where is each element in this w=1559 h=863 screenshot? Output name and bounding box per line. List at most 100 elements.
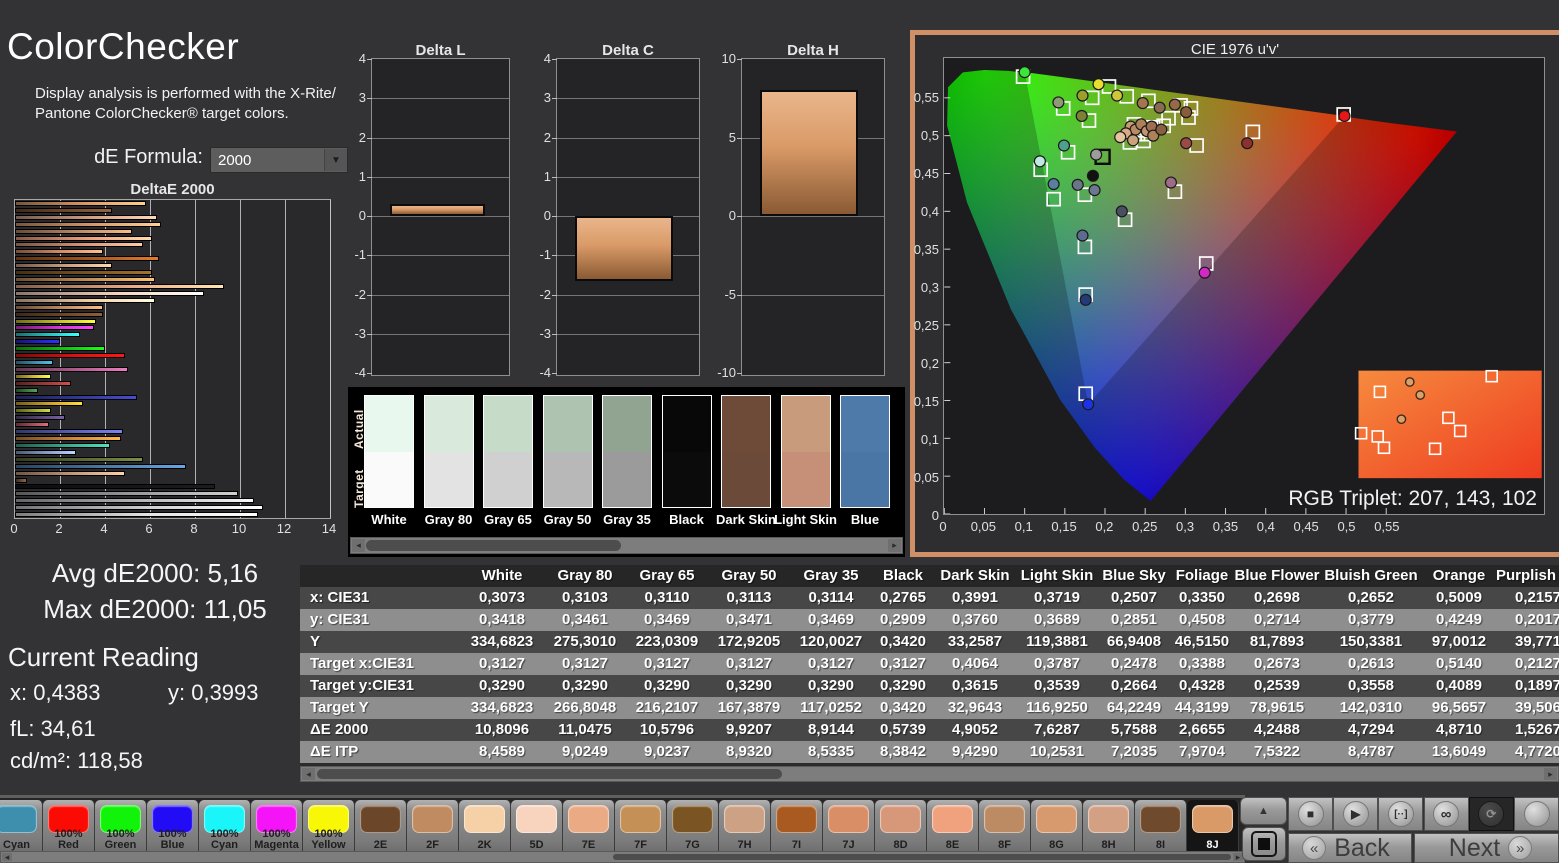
- patch-tab-100-blue[interactable]: 100% Blue: [147, 800, 199, 854]
- gridline: [557, 176, 699, 178]
- patch-tab-7e[interactable]: 7E: [563, 800, 615, 854]
- step-button[interactable]: [··]: [1378, 797, 1424, 831]
- gridline: [557, 98, 699, 100]
- deltae-bar: [15, 256, 159, 262]
- patch-tab-8d[interactable]: 8D: [875, 800, 927, 854]
- patch-tab-7g[interactable]: 7G: [667, 800, 719, 854]
- table-cell: 0,3290: [872, 675, 934, 697]
- patch-tab-2k[interactable]: 2K: [459, 800, 511, 854]
- indicator-button[interactable]: [1514, 797, 1559, 831]
- measured-point: [1092, 78, 1105, 91]
- table-cell: 96,5657: [1422, 697, 1496, 719]
- scrollbar-thumb[interactable]: [613, 854, 1231, 860]
- patch-tab-2f[interactable]: 2F: [407, 800, 459, 854]
- patch-tab-8h[interactable]: 8H: [1083, 800, 1135, 854]
- tick-label: 0,55: [1374, 519, 1400, 534]
- patch-tab-8i[interactable]: 8I: [1135, 800, 1187, 854]
- table-cell: 0,3461: [544, 609, 626, 631]
- patch-tab-8g[interactable]: 8G: [1031, 800, 1083, 854]
- stop-button[interactable]: ■: [1288, 797, 1333, 831]
- column-header: Gray 35: [790, 565, 872, 587]
- patch-tab-7i[interactable]: 7I: [771, 800, 823, 854]
- tabs-scrollbar[interactable]: ◂ ▸: [0, 851, 1245, 863]
- row-label: ΔE ITP: [300, 741, 460, 763]
- scroll-left-icon[interactable]: ◂: [2, 852, 12, 862]
- column-header: Gray 50: [708, 565, 790, 587]
- swatch-patch-white[interactable]: [364, 395, 414, 508]
- de-formula-dropdown[interactable]: 2000 ▼: [210, 147, 348, 173]
- patch-tab-2e[interactable]: 2E: [355, 800, 407, 854]
- table-cell: 0,3779: [1320, 609, 1422, 631]
- play-icon: ▶: [1342, 801, 1369, 827]
- swatch-patch-gray-80[interactable]: [423, 395, 474, 508]
- patch-tab-7j[interactable]: 7J: [823, 800, 875, 854]
- patch-tab-100-yellow[interactable]: 100% Yellow: [303, 800, 355, 854]
- loop-button[interactable]: ∞: [1423, 797, 1469, 831]
- swatch-patch-gray-35[interactable]: [602, 395, 652, 508]
- next-button[interactable]: Next »: [1414, 833, 1559, 863]
- scrollbar-thumb[interactable]: [317, 769, 782, 779]
- swatch-patch-gray-50[interactable]: [542, 395, 593, 508]
- tick-mark: [367, 333, 372, 335]
- patch-color-swatch: [360, 805, 401, 833]
- patch-tab-5d[interactable]: 5D: [511, 800, 563, 854]
- patch-tab-8f[interactable]: 8F: [979, 800, 1031, 854]
- scroll-up-button[interactable]: ▲: [1240, 797, 1287, 825]
- measured-point: [1082, 398, 1095, 411]
- back-button[interactable]: « Back: [1288, 833, 1412, 863]
- table-cell: 0,3469: [790, 609, 872, 631]
- swatch-scrollbar[interactable]: ◂ ▸: [350, 537, 903, 554]
- tick-label: 0,5: [1337, 519, 1356, 534]
- table-cell: 0,3760: [934, 609, 1016, 631]
- deltae-bar: [15, 304, 103, 310]
- tick-label: 8: [190, 521, 198, 536]
- patch-tab-label: 100% Red: [54, 827, 83, 852]
- tick-label: 0,1: [1014, 519, 1033, 534]
- stop-session-button[interactable]: [1242, 827, 1286, 861]
- patch-tab-7h[interactable]: 7H: [719, 800, 771, 854]
- patch-tab-8e[interactable]: 8E: [927, 800, 979, 854]
- scrollbar-thumb[interactable]: [366, 540, 621, 551]
- swatch-patch-gray-65[interactable]: [483, 395, 533, 508]
- patch-tab-7f[interactable]: 7F: [615, 800, 667, 854]
- tick-label: -3: [354, 325, 366, 341]
- table-cell: 5,7588: [1098, 719, 1170, 741]
- swatch-patch-dark-skin[interactable]: [721, 395, 771, 508]
- patch-tab-100-cyan[interactable]: 100% Cyan: [199, 800, 251, 854]
- gridline: [742, 216, 884, 217]
- patch-tab-100-magenta[interactable]: 100% Magenta: [251, 800, 303, 854]
- scroll-left-icon[interactable]: ◂: [302, 768, 315, 780]
- table-cell: 10,8096: [460, 719, 544, 741]
- deltae-bar: [15, 235, 153, 241]
- arrow-up-icon: ▲: [1258, 805, 1269, 817]
- play-button[interactable]: ▶: [1333, 797, 1379, 831]
- refresh-button[interactable]: ⟳: [1468, 797, 1514, 831]
- swatch-patch-light-skin[interactable]: [780, 395, 831, 508]
- swatch-patch-blue[interactable]: [840, 395, 890, 508]
- stop-icon: ■: [1297, 801, 1324, 827]
- tick-label: 0: [728, 208, 736, 223]
- scroll-right-icon[interactable]: ▸: [1544, 768, 1557, 780]
- patch-color-swatch: [0, 805, 37, 833]
- table-cell: 0,3073: [460, 587, 544, 609]
- swatch-patch-black[interactable]: [661, 395, 712, 508]
- deltae-bar: [15, 228, 132, 234]
- measured-point: [1153, 101, 1166, 114]
- table-scrollbar[interactable]: ◂ ▸: [300, 766, 1559, 782]
- gridline: [742, 294, 884, 296]
- patch-tab-8j[interactable]: 8J: [1187, 800, 1239, 854]
- patch-tab-100-red[interactable]: 100% Red: [43, 800, 95, 854]
- patch-tab-100-green[interactable]: 100% Green: [95, 800, 147, 854]
- scroll-right-icon[interactable]: ▸: [888, 539, 901, 552]
- scroll-left-icon[interactable]: ◂: [352, 539, 365, 552]
- actual-swatch: [543, 396, 592, 452]
- measured-point: [1018, 66, 1031, 79]
- table-cell: 0,3127: [708, 653, 790, 675]
- delta-l-title: Delta L: [415, 42, 466, 59]
- deltae-bar: [15, 470, 126, 476]
- tick-mark: [737, 137, 742, 139]
- table-cell: 0,3127: [790, 653, 872, 675]
- patch-tab-cyan[interactable]: Cyan: [0, 800, 43, 854]
- deltae-bar: [15, 332, 81, 338]
- delta-bar: [575, 216, 673, 281]
